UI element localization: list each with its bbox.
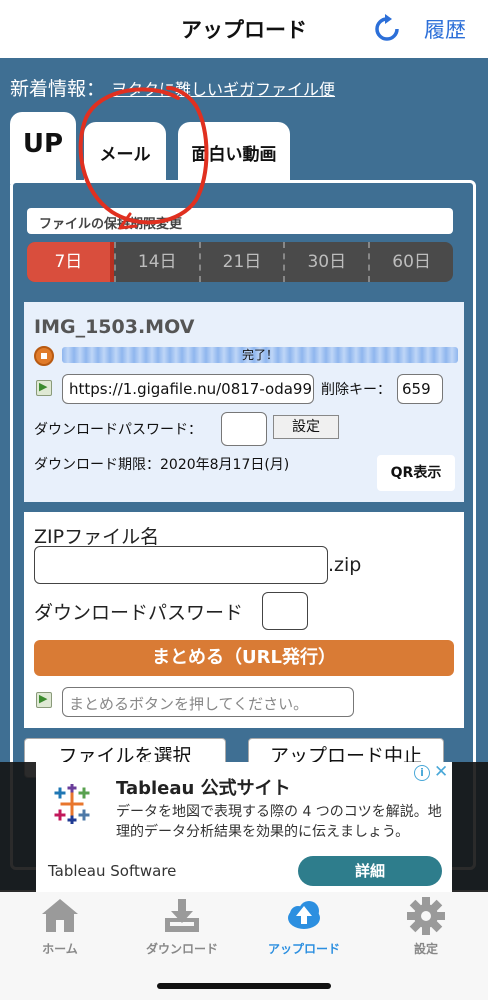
tab-up[interactable]: UP <box>10 112 76 184</box>
gear-icon <box>407 897 445 935</box>
nav-upload-label: アップロード <box>267 942 340 956</box>
info-icon[interactable]: i <box>414 765 430 781</box>
zip-extension: .zip <box>328 554 362 576</box>
stop-icon[interactable] <box>34 346 54 366</box>
arrow-right-icon <box>36 380 52 396</box>
retention-option-60d[interactable]: 60日 <box>368 242 453 282</box>
download-icon <box>165 899 199 932</box>
nav-download-label: ダウンロード <box>145 942 218 956</box>
nav-home-label: ホーム <box>42 942 78 956</box>
home-indicator <box>157 983 331 989</box>
download-deadline: ダウンロード期限：2020年8月17日(月) <box>34 457 290 473</box>
download-password-input[interactable] <box>221 412 267 446</box>
page-title: アップロード <box>181 18 307 42</box>
retention-option-7d[interactable]: 7日 <box>27 242 114 282</box>
ad-title[interactable]: Tableau 公式サイト <box>116 774 291 800</box>
nav-download[interactable]: ダウンロード <box>134 896 230 957</box>
download-password-label: ダウンロードパスワード： <box>34 422 202 438</box>
history-link[interactable]: 履歴 <box>424 14 466 44</box>
zip-merge-card: ZIPファイル名 .zip ダウンロードパスワード まとめる（URL発行） まと… <box>24 512 464 728</box>
retention-label: ファイルの保持期限変更 <box>27 208 453 234</box>
uploaded-file-card: IMG_1503.MOV 完了！ https://1.gigafile.nu/0… <box>24 302 464 502</box>
header-bar: アップロード 履歴 <box>0 0 488 58</box>
delete-key-label: 削除キー： <box>321 382 391 398</box>
refresh-icon[interactable] <box>372 14 402 44</box>
retention-option-30d[interactable]: 30日 <box>283 242 368 282</box>
zip-filename-input[interactable] <box>34 546 328 584</box>
file-name: IMG_1503.MOV <box>34 316 195 338</box>
retention-option-21d[interactable]: 21日 <box>198 242 284 282</box>
home-icon <box>42 899 78 932</box>
retention-selector: 7日 14日 21日 30日 60日 <box>27 242 453 282</box>
merge-button[interactable]: まとめる（URL発行） <box>34 640 454 676</box>
ad-banner[interactable]: Tableau 公式サイト データを地図で表現する際の 4 つのコツを解説。地理… <box>36 762 452 892</box>
nav-settings[interactable]: 設定 <box>378 896 474 957</box>
tableau-logo-icon <box>54 784 90 824</box>
close-icon[interactable]: ✕ <box>434 762 448 782</box>
merge-url-field[interactable]: まとめるボタンを押してください。 <box>62 687 354 717</box>
upload-progress-bar: 完了！ <box>62 347 458 363</box>
news-label: 新着情報： <box>10 78 106 100</box>
set-password-button[interactable]: 設定 <box>273 415 339 439</box>
zip-password-input[interactable] <box>262 592 308 630</box>
delete-key-field[interactable]: 659 <box>397 374 443 404</box>
arrow-right-icon <box>36 692 52 708</box>
download-url-field[interactable]: https://1.gigafile.nu/0817-oda99 <box>62 374 314 404</box>
ad-details-button[interactable]: 詳細 <box>298 856 442 886</box>
ad-advertiser: Tableau Software <box>48 862 177 880</box>
nav-settings-label: 設定 <box>413 942 438 956</box>
tab-funny-videos[interactable]: 面白い動画 <box>178 122 290 184</box>
nav-home[interactable]: ホーム <box>12 896 108 957</box>
qr-button[interactable]: QR表示 <box>377 455 455 491</box>
ad-text: データを地図で表現する際の 4 つのコツを解説。地理的データ分析結果を効果的に伝… <box>116 804 442 840</box>
news-link[interactable]: ヲタクに難しいギガファイル便 <box>111 80 335 99</box>
news-bar: 新着情報： ヲタクに難しいギガファイル便 <box>10 74 335 101</box>
retention-option-14d[interactable]: 14日 <box>113 242 199 282</box>
upload-cloud-icon <box>288 901 320 929</box>
tab-mail[interactable]: メール <box>84 122 166 184</box>
nav-upload[interactable]: アップロード <box>256 896 352 957</box>
zip-password-label: ダウンロードパスワード <box>34 602 244 624</box>
zip-filename-label: ZIPファイル名 <box>34 526 160 548</box>
